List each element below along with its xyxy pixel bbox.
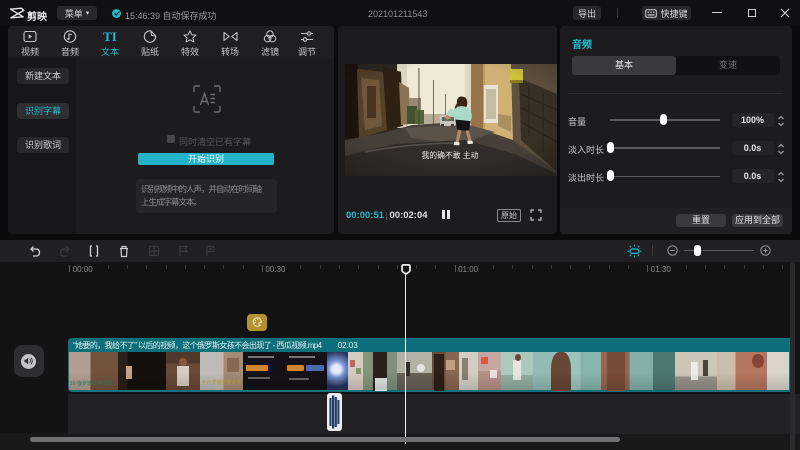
- svg-text:我的确不敢 主动: 我的确不敢 主动: [422, 150, 479, 160]
